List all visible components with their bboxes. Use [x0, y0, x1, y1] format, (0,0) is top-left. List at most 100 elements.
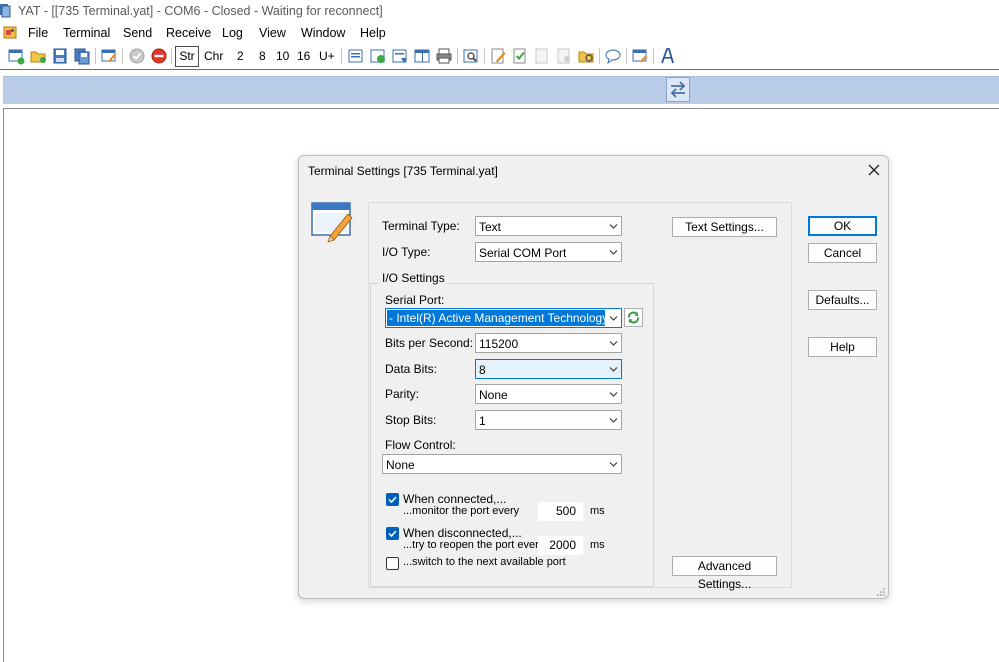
text-settings-button[interactable]: Text Settings... [672, 217, 777, 237]
open-port-icon[interactable] [128, 47, 146, 65]
chevron-down-icon [609, 250, 618, 255]
menu-window[interactable]: Window [301, 26, 345, 40]
format-font-icon[interactable] [658, 47, 676, 65]
menu-send[interactable]: Send [123, 26, 152, 40]
parity-value: None [479, 388, 508, 402]
stop-bits-value: 1 [479, 414, 486, 428]
main-toolbar: Str Chr 2 8 10 16 U+ [0, 44, 999, 68]
find-icon[interactable] [462, 47, 480, 65]
panels-icon[interactable] [413, 47, 431, 65]
panel-splitter-bar [3, 76, 999, 104]
data-bits-value: 8 [479, 363, 486, 377]
save-all-icon[interactable] [73, 47, 91, 65]
terminal-settings-icon [311, 202, 353, 243]
menu-help[interactable]: Help [360, 26, 386, 40]
toolbar-separator [341, 48, 342, 64]
menu-terminal[interactable]: Terminal [63, 26, 110, 40]
toolbar-separator [653, 48, 654, 64]
monitor-settings-icon[interactable] [631, 47, 649, 65]
parity-select[interactable]: None [475, 384, 622, 404]
radix-char-button[interactable]: Chr [204, 49, 223, 63]
radix-hex-button[interactable]: 16 [297, 49, 310, 63]
send-text-icon[interactable] [347, 47, 365, 65]
menu-bar: File Terminal Send Receive Log View Wind… [0, 23, 999, 43]
terminal-type-label: Terminal Type: [382, 219, 460, 233]
checkmark-icon [388, 530, 397, 538]
terminal-settings-dialog: Terminal Settings [735 Terminal.yat] Ter… [298, 155, 889, 599]
chevron-down-icon [609, 462, 618, 467]
close-icon[interactable] [864, 161, 884, 179]
data-bits-select[interactable]: 8 [475, 359, 622, 379]
bits-per-second-select[interactable]: 115200 [475, 333, 622, 353]
advanced-settings-button[interactable]: Advanced Settings... [672, 556, 777, 591]
io-settings-group-label: I/O Settings [380, 271, 447, 285]
window-titlebar: YAT - [[735 Terminal.yat] - COM6 - Close… [0, 0, 999, 23]
terminal-settings-icon[interactable] [100, 47, 118, 65]
switch-port-checkbox[interactable] [386, 557, 399, 570]
radix-string-button[interactable]: Str [175, 46, 199, 67]
chevron-down-icon [609, 224, 618, 229]
parity-label: Parity: [385, 387, 420, 401]
refresh-icon [628, 311, 639, 324]
log-off-icon[interactable] [533, 47, 551, 65]
radix-bin-button[interactable]: 2 [237, 49, 244, 63]
refresh-ports-button[interactable] [624, 308, 643, 327]
log-settings-icon[interactable] [489, 47, 507, 65]
io-type-select[interactable]: Serial COM Port [475, 242, 622, 262]
cancel-button[interactable]: Cancel [808, 243, 877, 263]
predefined-commands-icon[interactable] [391, 47, 409, 65]
serial-port-value: - Intel(R) Active Management Technology … [387, 310, 605, 326]
log-on-icon[interactable] [511, 47, 529, 65]
when-connected-label: When connected,... [403, 492, 507, 506]
new-terminal-icon[interactable] [7, 47, 25, 65]
toolbar-separator [484, 48, 485, 64]
close-port-icon[interactable] [150, 47, 168, 65]
resize-grip-icon[interactable] [876, 587, 886, 597]
ok-button[interactable]: OK [808, 216, 877, 236]
mdi-child-icon[interactable] [3, 26, 17, 39]
when-disconnected-checkbox[interactable] [386, 527, 399, 540]
reopen-unit-label: ms [590, 539, 605, 551]
when-disconnected-label: When disconnected,... [403, 526, 522, 540]
when-connected-checkbox[interactable] [386, 493, 399, 506]
menu-log[interactable]: Log [222, 26, 243, 40]
radix-dec-button[interactable]: 10 [276, 49, 289, 63]
flow-control-select[interactable]: None [382, 454, 622, 474]
bits-per-second-value: 115200 [479, 337, 519, 351]
flow-control-label: Flow Control: [385, 438, 456, 452]
log-clear-icon[interactable] [555, 47, 573, 65]
save-icon[interactable] [51, 47, 69, 65]
menu-file[interactable]: File [28, 26, 48, 40]
chevron-down-icon [609, 392, 618, 397]
toolbar-separator [457, 48, 458, 64]
defaults-button[interactable]: Defaults... [808, 290, 877, 310]
show-comments-icon[interactable] [604, 47, 622, 65]
monitor-port-label: ...monitor the port every [403, 505, 520, 517]
radix-unicode-button[interactable]: U+ [319, 49, 335, 63]
menu-view[interactable]: View [259, 26, 286, 40]
menu-receive[interactable]: Receive [166, 26, 211, 40]
swap-panels-button[interactable] [666, 77, 690, 102]
serial-port-label: Serial Port: [385, 293, 445, 307]
toolbar-separator [171, 48, 172, 64]
send-file-icon[interactable] [369, 47, 387, 65]
window-title: YAT - [[735 Terminal.yat] - COM6 - Close… [18, 4, 383, 18]
log-folder-icon[interactable] [577, 47, 595, 65]
terminal-type-select[interactable]: Text [475, 216, 622, 236]
open-folder-icon[interactable] [29, 47, 47, 65]
help-button[interactable]: Help [808, 337, 877, 357]
toolbar-divider [0, 69, 999, 70]
monitor-interval-input[interactable]: 500 [538, 502, 583, 521]
dialog-title: Terminal Settings [735 Terminal.yat] [308, 164, 498, 178]
print-icon[interactable] [435, 47, 453, 65]
reopen-interval-input[interactable]: 2000 [538, 536, 583, 555]
app-icon [0, 4, 11, 18]
radix-oct-button[interactable]: 8 [259, 49, 266, 63]
reopen-port-label: ...try to reopen the port every [403, 539, 545, 551]
terminal-type-value: Text [479, 220, 502, 234]
data-bits-label: Data Bits: [385, 362, 438, 376]
serial-port-select[interactable]: - Intel(R) Active Management Technology … [385, 308, 622, 328]
stop-bits-select[interactable]: 1 [475, 410, 622, 430]
stop-bits-label: Stop Bits: [385, 413, 437, 427]
flow-control-value: None [386, 458, 415, 472]
